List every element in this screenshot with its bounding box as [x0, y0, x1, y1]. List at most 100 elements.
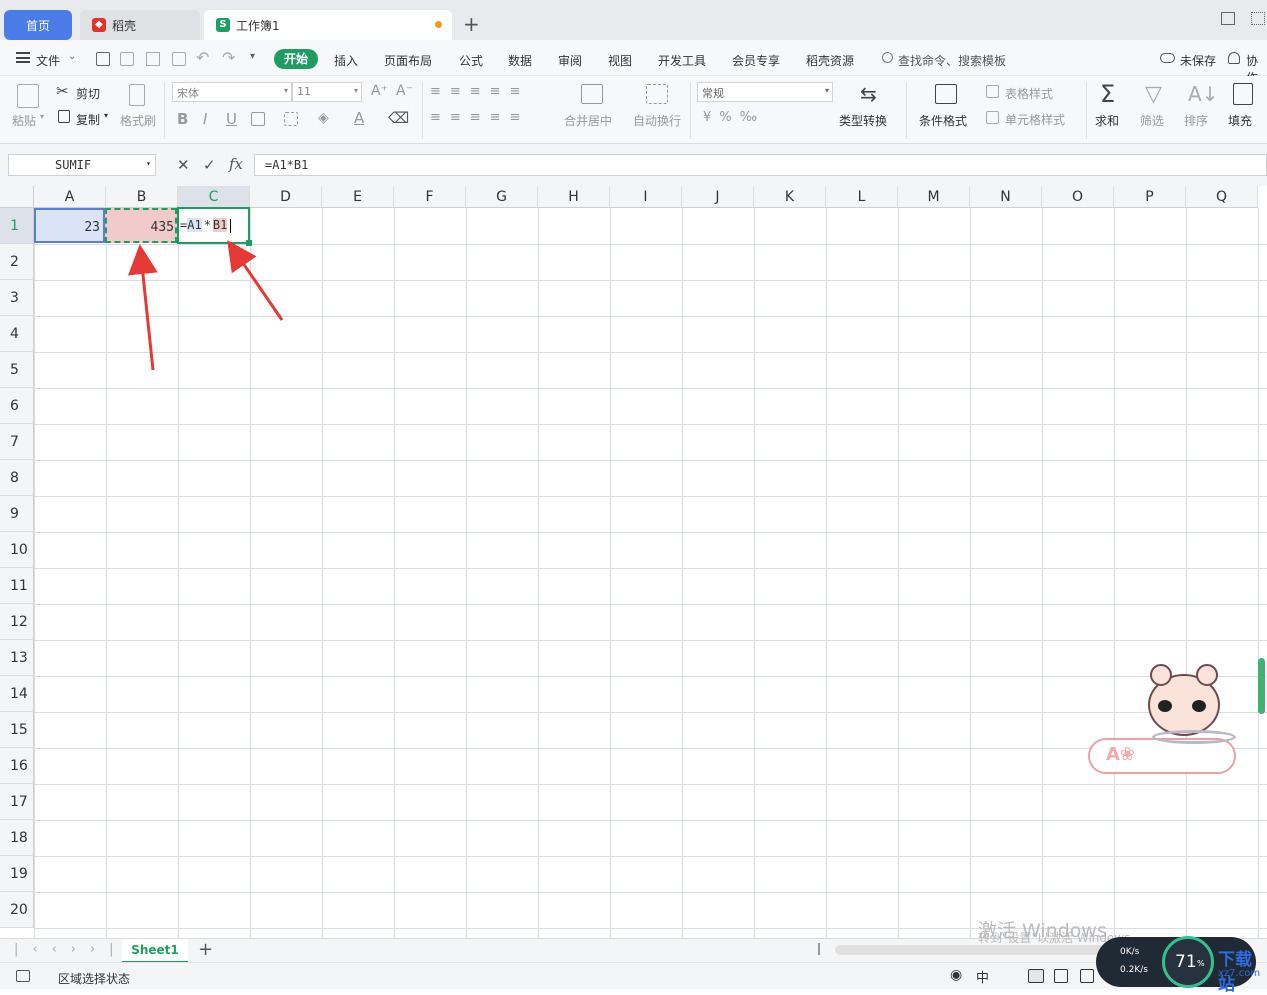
font-size-value: 11 — [297, 85, 311, 98]
filter-icon[interactable]: ▽ — [1145, 82, 1162, 107]
normal-view-icon[interactable] — [1028, 969, 1044, 983]
conditional-format-icon[interactable] — [935, 84, 957, 104]
menu-tab-data[interactable]: 数据 — [508, 52, 532, 69]
add-sheet-button[interactable]: + — [198, 939, 213, 960]
vertical-align-icons[interactable]: ≡≡≡≡≡ — [430, 84, 529, 99]
paste-icon[interactable] — [17, 84, 39, 108]
cancel-formula-icon[interactable]: ✕ — [177, 156, 190, 174]
copy-button[interactable]: 复制 — [76, 111, 100, 128]
sum-icon[interactable]: Σ — [1100, 80, 1115, 108]
input-method-icon[interactable]: 中 — [976, 967, 989, 986]
tab-workbook[interactable]: S 工作簿1 — [204, 10, 452, 40]
sort-button[interactable]: 排序 — [1184, 112, 1208, 129]
menu-file[interactable]: 文件 — [36, 52, 60, 69]
command-search[interactable]: 查找命令、搜索模板 — [898, 52, 1006, 69]
increase-font-icon[interactable]: A⁺ — [371, 83, 388, 99]
borders-icon[interactable] — [251, 112, 265, 126]
font-size-select[interactable]: 11 ▾ — [292, 82, 362, 102]
window-layout-icon[interactable] — [1221, 12, 1235, 25]
chevron-down-icon: ⌄ — [68, 51, 77, 62]
bold-icon[interactable]: B — [177, 110, 188, 128]
redo-icon[interactable]: ↷ — [222, 48, 235, 67]
spreadsheet-grid[interactable]: ABCDEFGHIJKLMNOPQ 1 2 3 4 5 6 7 8 9 10 11 12 13 14 15 1… — [0, 186, 1267, 938]
menu-tab-review[interactable]: 审阅 — [558, 52, 582, 69]
font-name-value: 宋体 — [177, 87, 199, 100]
upload-speed: 0K/s — [1120, 947, 1140, 957]
page-break-view-icon[interactable] — [1080, 969, 1094, 983]
filter-button[interactable]: 筛选 — [1140, 112, 1164, 129]
menu-tab-daoke-resources[interactable]: 稻壳资源 — [806, 52, 854, 69]
cloud-icon — [1160, 53, 1175, 63]
confirm-formula-icon[interactable]: ✓ — [203, 156, 216, 174]
merge-center-button[interactable]: 合并居中 — [564, 112, 612, 129]
menu-tab-insert[interactable]: 插入 — [334, 52, 358, 69]
underline-icon[interactable]: U — [226, 110, 237, 128]
type-convert-icon[interactable]: ⇆ — [860, 82, 877, 106]
macro-record-icon[interactable] — [16, 970, 30, 982]
quick-access-more-icon[interactable]: ▾ — [250, 51, 255, 62]
merge-center-icon[interactable] — [581, 84, 603, 104]
tab-home[interactable]: 首页 — [4, 10, 72, 40]
hamburger-icon[interactable] — [16, 52, 30, 63]
menu-tab-start[interactable]: 开始 — [274, 49, 318, 69]
apps-grid-icon[interactable] — [1251, 12, 1265, 25]
conditional-format-button[interactable]: 条件格式 — [919, 112, 967, 129]
sheet-nav-arrows[interactable]: |‹‹››| — [14, 942, 128, 957]
type-convert-button[interactable]: 类型转换 — [839, 112, 887, 129]
clear-format-icon[interactable]: ⌫ — [388, 109, 409, 127]
fill-color-icon[interactable]: ◈ — [318, 110, 329, 126]
unsaved-status[interactable]: 未保存 — [1180, 52, 1216, 69]
format-painter-icon[interactable] — [129, 84, 145, 106]
name-box-value: SUMIF — [55, 158, 92, 172]
cell-fill-pattern-icon[interactable] — [284, 112, 298, 126]
table-style-button[interactable]: 表格样式 — [1005, 85, 1053, 102]
fill-icon[interactable] — [1233, 83, 1253, 105]
vertical-scroll-thumb[interactable] — [1258, 658, 1265, 714]
insert-function-button[interactable]: fx — [229, 155, 243, 173]
fill-button[interactable]: 填充 — [1228, 112, 1252, 129]
formula-input[interactable]: =A1*B1 — [254, 154, 1267, 176]
horizontal-align-icons[interactable]: ≡≡≡≡≡ — [430, 110, 529, 125]
spreadsheet-logo-icon: S — [216, 18, 230, 32]
italic-icon[interactable]: I — [203, 110, 207, 128]
paste-button[interactable]: 粘贴 — [12, 112, 36, 129]
menu-bar: 文件 ⌄ ↶ ↷ ▾ 开始 插入 页面布局 公式 数据 审阅 视图 开发工具 会… — [0, 40, 1267, 85]
save-icon[interactable] — [96, 52, 110, 66]
export-pdf-icon[interactable] — [120, 52, 134, 66]
page-layout-view-icon[interactable] — [1054, 969, 1068, 983]
tab-workbook-label: 工作簿1 — [236, 18, 280, 33]
menu-tab-view[interactable]: 视图 — [608, 52, 632, 69]
print-icon[interactable] — [146, 52, 160, 66]
font-color-icon[interactable]: A — [354, 109, 364, 127]
cell-style-button[interactable]: 单元格样式 — [1005, 111, 1065, 128]
zoom-sign: % — [1197, 959, 1205, 968]
horizontal-scrollbar[interactable] — [835, 945, 1105, 955]
tab-daoke-label: 稻壳 — [112, 18, 137, 33]
daoke-logo-icon: ◆ — [92, 18, 106, 32]
decrease-font-icon[interactable]: A⁻ — [396, 83, 413, 99]
wrap-text-button[interactable]: 自动换行 — [633, 112, 681, 129]
wrap-text-icon[interactable] — [646, 84, 668, 104]
new-tab-button[interactable]: + — [463, 12, 480, 36]
print-preview-icon[interactable] — [172, 52, 186, 66]
menu-tab-page-layout[interactable]: 页面布局 — [384, 52, 432, 69]
menu-tab-formulas[interactable]: 公式 — [459, 52, 483, 69]
menu-tab-member[interactable]: 会员专享 — [732, 52, 780, 69]
arrow-to-c1 — [227, 240, 284, 321]
tab-daoke[interactable]: ◆ 稻壳 — [80, 10, 200, 40]
format-painter-button[interactable]: 格式刷 — [120, 112, 156, 129]
cut-button[interactable]: 剪切 — [76, 85, 100, 102]
annotation-arrows — [127, 240, 284, 371]
undo-icon[interactable]: ↶ — [196, 48, 209, 67]
number-format-select[interactable]: 常规 ▾ — [697, 82, 833, 102]
sort-icon[interactable]: A↓ — [1188, 82, 1218, 106]
sheet-tab-sheet1[interactable]: Sheet1 — [122, 939, 188, 963]
scroll-splitter[interactable] — [818, 943, 820, 955]
font-name-select[interactable]: 宋体 ▾ — [172, 82, 292, 102]
number-format-icons[interactable]: ¥%‰ — [703, 110, 765, 125]
name-box[interactable]: SUMIF ▾ — [8, 154, 156, 176]
unsaved-dot-icon — [435, 21, 442, 28]
eye-protection-icon[interactable]: ◉ — [950, 967, 962, 983]
menu-tab-developer[interactable]: 开发工具 — [658, 52, 706, 69]
sum-button[interactable]: 求和 — [1095, 112, 1119, 129]
